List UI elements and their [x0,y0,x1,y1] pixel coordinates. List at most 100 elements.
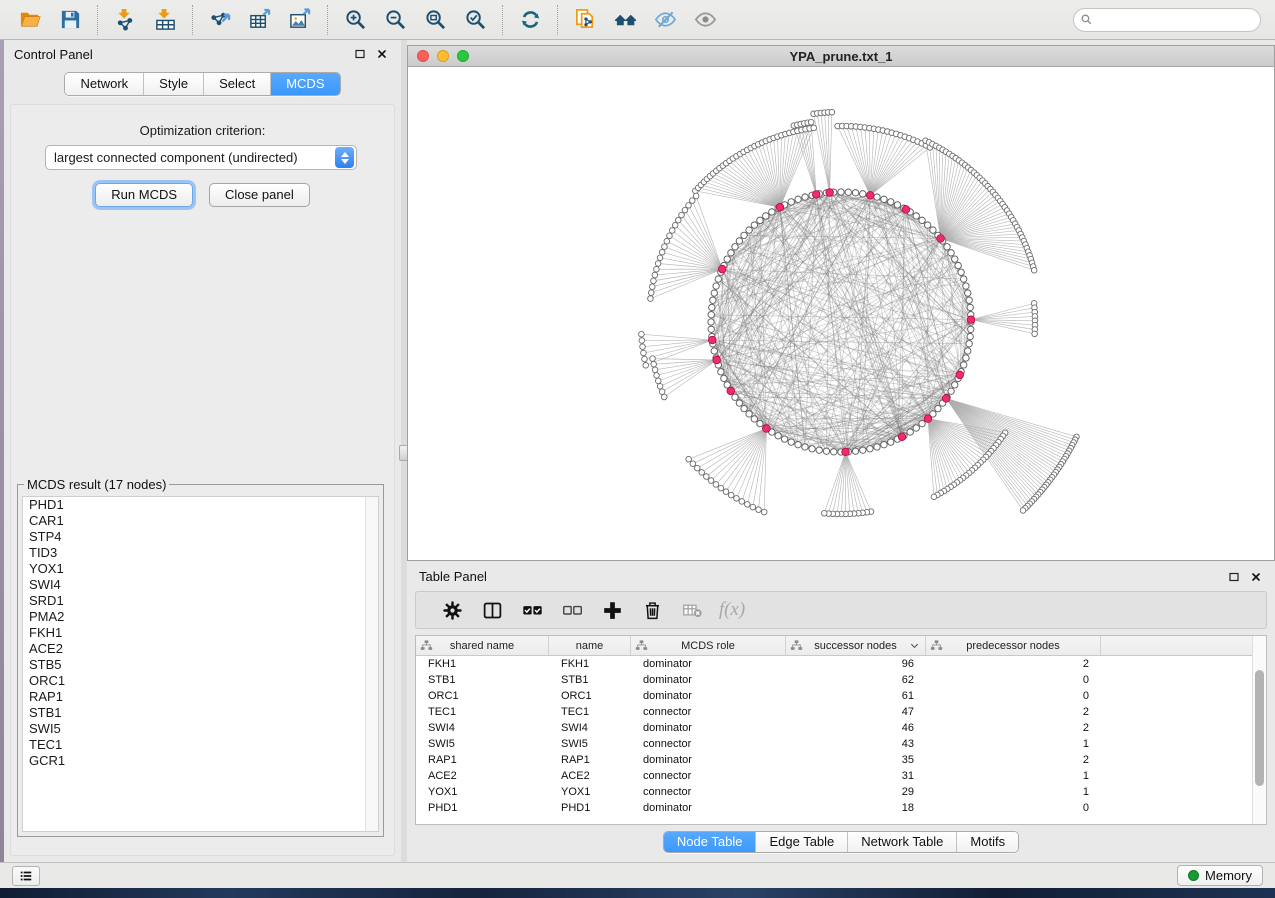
table-scrollbar[interactable] [1252,636,1266,824]
add-row-button[interactable] [592,595,632,625]
cell-shared_name: SWI5 [416,736,549,752]
network-graph[interactable] [408,67,1274,560]
table-tab-edge-table[interactable]: Edge Table [756,832,848,852]
table-row[interactable]: ACE2ACE2connector311 [416,768,1266,784]
table-row[interactable]: SWI5SWI5connector431 [416,736,1266,752]
export-image-button[interactable] [283,4,317,36]
columns-button[interactable] [472,595,512,625]
mcds-result-item[interactable]: SWI4 [23,577,378,593]
column-header-mcds_role[interactable]: MCDS role [631,636,786,655]
mcds-result-item[interactable]: STB1 [23,705,378,721]
tab-select[interactable]: Select [204,73,271,95]
column-header-predecessor_nodes[interactable]: predecessor nodes [926,636,1101,655]
export-network-button[interactable] [203,4,237,36]
column-label: shared name [450,640,514,652]
column-label: predecessor nodes [966,640,1060,652]
table-tab-node-table[interactable]: Node Table [664,832,757,852]
deselect-all-checks-icon [562,600,583,621]
column-header-name[interactable]: name [549,636,631,655]
mcds-result-item[interactable]: CAR1 [23,513,378,529]
mcds-result-item[interactable]: STP4 [23,529,378,545]
select-all-checks-button[interactable] [512,595,552,625]
tab-style[interactable]: Style [144,73,204,95]
save-session-button[interactable] [53,4,87,36]
duplicate-network-button[interactable] [568,4,602,36]
cell-mcds_role: connector [631,736,786,752]
table-row[interactable]: SWI4SWI4dominator462 [416,720,1266,736]
cell-successor_nodes: 31 [786,768,926,784]
mcds-result-item[interactable]: TEC1 [23,737,378,753]
mcds-result-item[interactable]: YOX1 [23,561,378,577]
show-all-button[interactable] [688,4,722,36]
mcds-result-item[interactable]: FKH1 [23,625,378,641]
mcds-result-item[interactable]: RAP1 [23,689,378,705]
mcds-result-item[interactable]: STB5 [23,657,378,673]
cell-successor_nodes: 18 [786,800,926,816]
mcds-result-item[interactable]: ORC1 [23,673,378,689]
tab-mcds[interactable]: MCDS [271,73,339,95]
cell-successor_nodes: 46 [786,720,926,736]
table-tab-motifs[interactable]: Motifs [957,832,1018,852]
deselect-all-checks-button[interactable] [552,595,592,625]
open-session-button[interactable] [13,4,47,36]
float-table-panel-button[interactable] [1225,568,1243,586]
import-network-button[interactable] [108,4,142,36]
cell-successor_nodes: 62 [786,672,926,688]
refresh-view-button[interactable] [513,4,547,36]
table-row[interactable]: STB1STB1dominator620 [416,672,1266,688]
mcds-result-item[interactable]: PMA2 [23,609,378,625]
column-label: successor nodes [814,640,897,652]
zoom-in-button[interactable] [338,4,372,36]
column-header-filler [1101,636,1266,655]
add-row-icon [602,600,623,621]
table-row[interactable]: FKH1FKH1dominator962 [416,656,1266,672]
tab-network[interactable]: Network [65,73,144,95]
column-header-successor_nodes[interactable]: successor nodes [786,636,926,655]
table-scrollbar-thumb[interactable] [1255,670,1264,786]
mcds-result-item[interactable]: TID3 [23,545,378,561]
memory-button[interactable]: Memory [1177,865,1263,886]
table-tab-network-table[interactable]: Network Table [848,832,957,852]
import-table-button[interactable] [148,4,182,36]
zoom-fit-button[interactable] [418,4,452,36]
mcds-result-item[interactable]: PHD1 [23,497,378,513]
return-home-button[interactable] [608,4,642,36]
hide-selected-button[interactable] [648,4,682,36]
table-row[interactable]: TEC1TEC1connector472 [416,704,1266,720]
cell-name: YOX1 [549,784,631,800]
function-builder-icon: f(x) [719,599,745,621]
criterion-dropdown[interactable]: largest connected component (undirected) [45,145,357,170]
zoom-fit-icon [424,8,447,31]
column-header-shared_name[interactable]: shared name [416,636,549,655]
network-window-titlebar[interactable]: YPA_prune.txt_1 [408,46,1274,67]
delete-row-button[interactable] [632,595,672,625]
cell-mcds_role: connector [631,704,786,720]
mcds-result-item[interactable]: SWI5 [23,721,378,737]
cell-name: RAP1 [549,752,631,768]
column-type-icon [790,639,803,652]
close-panel-button[interactable] [373,45,391,63]
task-history-button[interactable] [12,866,40,886]
mcds-result-item[interactable]: GCR1 [23,753,378,769]
float-panel-button[interactable] [351,45,369,63]
table-row[interactable]: PHD1PHD1dominator180 [416,800,1266,816]
zoom-selected-button[interactable] [458,4,492,36]
table-row[interactable]: ORC1ORC1dominator610 [416,688,1266,704]
delete-table-button [672,595,712,625]
mcds-result-item[interactable]: SRD1 [23,593,378,609]
control-panel-title: Control Panel [14,47,93,62]
close-panel-action-button[interactable]: Close panel [209,183,310,207]
table-row[interactable]: YOX1YOX1connector291 [416,784,1266,800]
settings-gear-button[interactable] [432,595,472,625]
export-table-button[interactable] [243,4,277,36]
zoom-out-button[interactable] [378,4,412,36]
criterion-value: largest connected component (undirected) [46,150,335,165]
cell-mcds_role: dominator [631,672,786,688]
search-input[interactable] [1073,8,1261,32]
run-mcds-button[interactable]: Run MCDS [95,183,193,207]
close-table-panel-button[interactable] [1247,568,1265,586]
table-row[interactable]: RAP1RAP1dominator352 [416,752,1266,768]
cell-successor_nodes: 35 [786,752,926,768]
mcds-result-item[interactable]: ACE2 [23,641,378,657]
mcds-list-scrollbar[interactable] [365,497,378,831]
